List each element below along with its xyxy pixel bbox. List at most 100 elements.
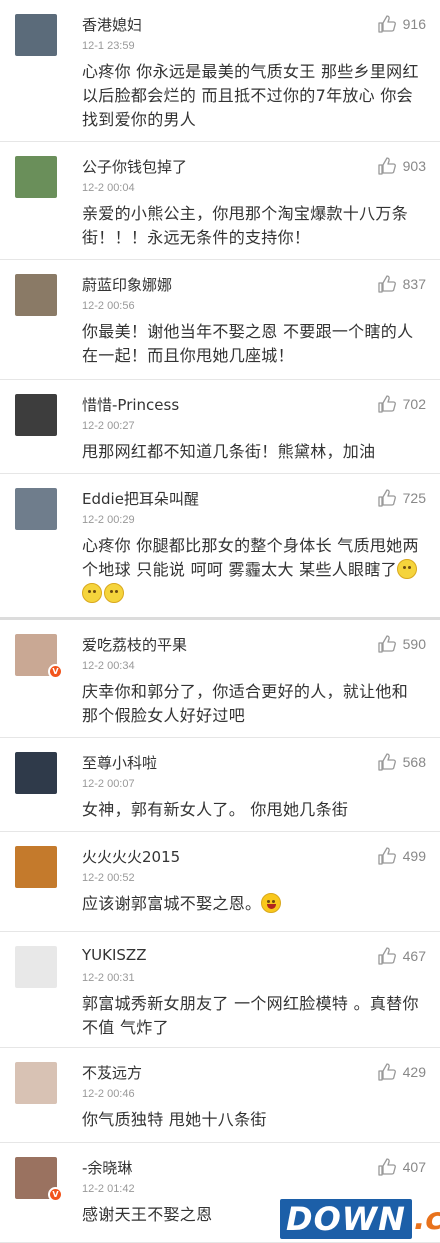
comment-username[interactable]: 蔚蓝印象娜娜 — [82, 274, 172, 295]
like-button[interactable]: 725 — [377, 488, 426, 508]
comment-text: 亲爱的小熊公主，你甩那个淘宝爆款十八万条街！！！永远无条件的支持你！ — [82, 204, 409, 247]
verified-badge-icon: V — [48, 664, 63, 679]
comment-text: 女神，郭有新女人了。 你甩她几条街 — [82, 800, 349, 819]
comment-text-block: 郭富城秀新女朋友了 一个网红脸模特 。真替你不值 气炸了 — [82, 992, 422, 1040]
verified-badge-icon: V — [48, 1187, 63, 1202]
avatar[interactable] — [15, 752, 57, 794]
thumbs-up-icon — [377, 489, 396, 507]
avatar[interactable] — [15, 274, 57, 316]
avatar[interactable] — [15, 14, 57, 56]
comment-timestamp: 12-1 23:59 — [82, 40, 135, 52]
comment-text-block: 庆幸你和郭分了，你适合更好的人，就让他和那个假脸女人好好过吧 — [82, 680, 422, 728]
like-button[interactable]: 702 — [377, 394, 426, 414]
comment-timestamp: 12-2 00:34 — [82, 660, 135, 672]
comment-item: YUKISZZ 12-2 00:31 467 郭富城秀新女朋友了 一个网红脸模特… — [0, 932, 440, 1048]
comment-username[interactable]: 至尊小科啦 — [82, 752, 157, 773]
like-button[interactable]: 837 — [377, 274, 426, 294]
comment-text: 心疼你 你腿都比那女的整个身体长 气质甩她两个地球 只能说 呵呵 雾霾太大 某些… — [82, 536, 419, 579]
comment-text: 庆幸你和郭分了，你适合更好的人，就让他和那个假脸女人好好过吧 — [82, 682, 409, 725]
comment-text-block: 女神，郭有新女人了。 你甩她几条街 — [82, 798, 422, 822]
laugh-emoji-icon — [261, 893, 282, 913]
comment-item: Eddie把耳朵叫醒 12-2 00:29 725 心疼你 你腿都比那女的整个身… — [0, 474, 440, 620]
comment-text: 郭富城秀新女朋友了 一个网红脸模特 。真替你不值 气炸了 — [82, 994, 419, 1037]
avatar[interactable] — [15, 394, 57, 436]
thumbs-up-icon — [377, 947, 396, 965]
like-count: 590 — [402, 636, 426, 652]
thumbs-up-icon — [377, 1063, 396, 1081]
comment-username[interactable]: -余晓琳 — [82, 1157, 132, 1178]
thumbs-up-icon — [377, 635, 396, 653]
comment-timestamp: 12-2 00:07 — [82, 778, 135, 790]
comment-text-block: 心疼你 你腿都比那女的整个身体长 气质甩她两个地球 只能说 呵呵 雾霾太大 某些… — [82, 534, 422, 606]
comment-item: V 爱吃荔枝的平果 12-2 00:34 590 庆幸你和郭分了，你适合更好的人… — [0, 620, 440, 738]
comment-text: 应该谢郭富城不娶之恩。 — [82, 894, 262, 913]
like-button[interactable]: 568 — [377, 752, 426, 772]
comment-item: 至尊小科啦 12-2 00:07 568 女神，郭有新女人了。 你甩她几条街 — [0, 738, 440, 832]
like-button[interactable]: 916 — [377, 14, 426, 34]
facepalm-emoji-icon — [82, 583, 102, 603]
comment-username[interactable]: 香港媳妇 — [82, 14, 142, 35]
comment-text-block: 甩那网红都不知道几条街！熊黛林，加油 — [82, 440, 422, 464]
comment-username[interactable]: 公子你钱包掉了 — [82, 156, 187, 177]
comment-item: 惜惜-Princess 12-2 00:27 702 甩那网红都不知道几条街！熊… — [0, 380, 440, 474]
like-count: 499 — [402, 848, 426, 864]
facepalm-emoji-icon — [396, 559, 417, 579]
comment-username[interactable]: 爱吃荔枝的平果 — [82, 634, 187, 655]
comment-timestamp: 12-2 00:52 — [82, 872, 135, 884]
comment-timestamp: 12-2 00:31 — [82, 972, 135, 984]
comment-text-block: 亲爱的小熊公主，你甩那个淘宝爆款十八万条街！！！永远无条件的支持你！ — [82, 202, 422, 250]
comment-username[interactable]: Eddie把耳朵叫醒 — [82, 488, 199, 509]
like-button[interactable]: 467 — [377, 946, 426, 966]
comment-timestamp: 12-2 01:42 — [82, 1183, 135, 1195]
avatar[interactable] — [15, 488, 57, 530]
like-count: 568 — [402, 754, 426, 770]
comment-text: 甩那网红都不知道几条街！熊黛林，加油 — [82, 442, 376, 461]
comment-timestamp: 12-2 00:04 — [82, 182, 135, 194]
thumbs-up-icon — [377, 1158, 396, 1176]
like-count: 407 — [402, 1159, 426, 1175]
like-button[interactable]: 590 — [377, 634, 426, 654]
avatar[interactable] — [15, 1062, 57, 1104]
comment-item: 公子你钱包掉了 12-2 00:04 903 亲爱的小熊公主，你甩那个淘宝爆款十… — [0, 142, 440, 260]
comment-item: 火火火火2015 12-2 00:52 499 应该谢郭富城不娶之恩。 — [0, 832, 440, 932]
thumbs-up-icon — [377, 395, 396, 413]
like-count: 725 — [402, 490, 426, 506]
avatar[interactable] — [15, 846, 57, 888]
comment-username[interactable]: 惜惜-Princess — [82, 394, 179, 415]
watermark-suffix: .cc — [413, 1201, 440, 1237]
avatar[interactable] — [15, 156, 57, 198]
comment-username[interactable]: YUKISZZ — [82, 946, 146, 964]
comment-text: 感谢天王不娶之恩 — [82, 1205, 213, 1224]
facepalm-emoji-icon — [104, 583, 124, 603]
comment-text: 心疼你 你永远是最美的气质女王 那些乡里网红以后脸都会烂的 而且抵不过你的7年放… — [82, 62, 419, 129]
comment-text: 你最美！谢他当年不娶之恩 不要跟一个瞎的人在一起！而且你甩她几座城！ — [82, 322, 414, 365]
comment-item: 香港媳妇 12-1 23:59 916 心疼你 你永远是最美的气质女王 那些乡里… — [0, 0, 440, 142]
comment-item: 不芨远方 12-2 00:46 429 你气质独特 甩她十八条街 — [0, 1048, 440, 1143]
like-count: 903 — [402, 158, 426, 174]
like-count: 467 — [402, 948, 426, 964]
like-button[interactable]: 407 — [377, 1157, 426, 1177]
comment-text-block: 心疼你 你永远是最美的气质女王 那些乡里网红以后脸都会烂的 而且抵不过你的7年放… — [82, 60, 422, 132]
like-button[interactable]: 903 — [377, 156, 426, 176]
avatar[interactable] — [15, 946, 57, 988]
like-count: 916 — [402, 16, 426, 32]
like-button[interactable]: 499 — [377, 846, 426, 866]
comment-item: 蔚蓝印象娜娜 12-2 00:56 837 你最美！谢他当年不娶之恩 不要跟一个… — [0, 260, 440, 380]
like-count: 702 — [402, 396, 426, 412]
watermark-main: DOWN — [280, 1199, 412, 1239]
thumbs-up-icon — [377, 275, 396, 293]
comment-text-block: 应该谢郭富城不娶之恩。 — [82, 892, 422, 916]
comment-timestamp: 12-2 00:56 — [82, 300, 135, 312]
like-count: 837 — [402, 276, 426, 292]
thumbs-up-icon — [377, 847, 396, 865]
like-button[interactable]: 429 — [377, 1062, 426, 1082]
like-count: 429 — [402, 1064, 426, 1080]
comment-text-block: 你气质独特 甩她十八条街 — [82, 1108, 422, 1132]
comment-text-block: 你最美！谢他当年不娶之恩 不要跟一个瞎的人在一起！而且你甩她几座城！ — [82, 320, 422, 368]
comment-username[interactable]: 火火火火2015 — [82, 846, 180, 867]
comment-timestamp: 12-2 00:27 — [82, 420, 135, 432]
comment-text: 你气质独特 甩她十八条街 — [82, 1110, 267, 1129]
thumbs-up-icon — [377, 753, 396, 771]
thumbs-up-icon — [377, 15, 396, 33]
comment-username[interactable]: 不芨远方 — [82, 1062, 142, 1083]
